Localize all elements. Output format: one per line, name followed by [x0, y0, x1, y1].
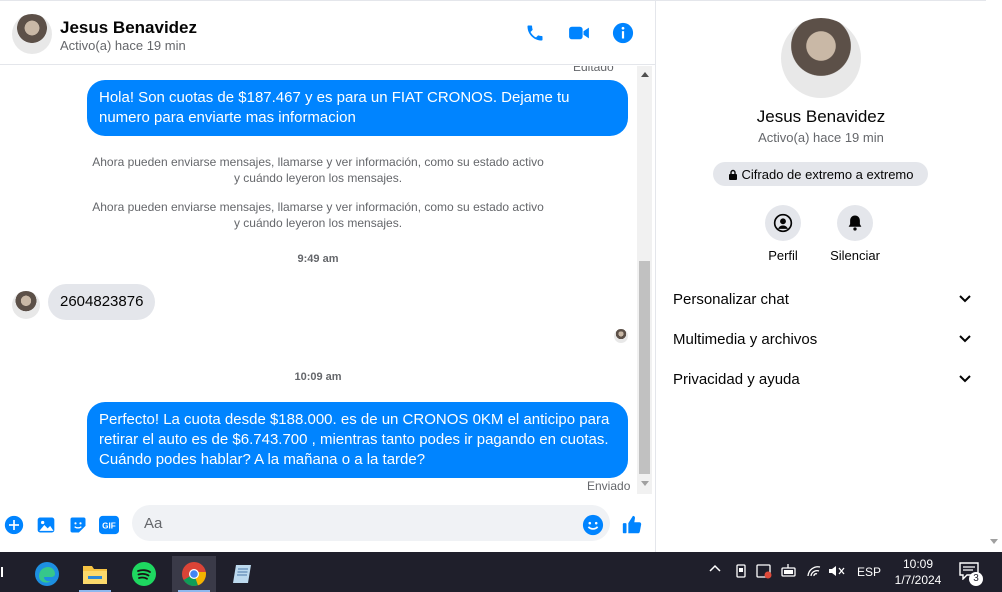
gif-icon[interactable]: GIF	[98, 514, 120, 536]
chrome-icon[interactable]	[172, 556, 216, 592]
spotify-icon[interactable]	[122, 556, 166, 592]
message-input[interactable]	[132, 505, 610, 541]
profile-label: Perfil	[768, 248, 798, 263]
thumbs-up-icon[interactable]	[621, 514, 643, 536]
notification-count-badge: 3	[969, 572, 983, 586]
bell-icon	[837, 205, 873, 241]
notes-app-icon[interactable]	[220, 556, 264, 592]
message-composer: GIF	[0, 498, 655, 553]
profile-icon	[765, 205, 801, 241]
mute-button[interactable]: Silenciar	[815, 205, 895, 263]
svg-text:GIF: GIF	[102, 522, 116, 531]
message-incoming[interactable]: 2604823876	[48, 284, 156, 320]
emoji-icon[interactable]	[582, 514, 604, 536]
video-call-icon[interactable]	[567, 21, 591, 45]
message-outgoing[interactable]: Hola! Son cuotas de $187.467 y es para u…	[87, 80, 628, 136]
customize-chat-row[interactable]: Personalizar chat	[673, 287, 971, 311]
chevron-down-icon	[959, 335, 971, 343]
edited-label: Editado	[573, 66, 614, 74]
plus-icon[interactable]	[3, 514, 25, 536]
media-files-row[interactable]: Multimedia y archivos	[673, 327, 971, 351]
chevron-down-icon	[959, 375, 971, 383]
task-view-handle[interactable]	[1, 567, 3, 577]
lock-icon	[728, 169, 737, 180]
page-scrollbar[interactable]	[986, 0, 1002, 552]
chevron-down-icon	[959, 295, 971, 303]
message-list[interactable]: Editado Hola! Son cuotas de $187.467 y e…	[0, 66, 636, 494]
edge-icon[interactable]	[25, 556, 69, 592]
profile-button[interactable]: Perfil	[743, 205, 823, 263]
info-contact-status: Activo(a) hace 19 min	[758, 130, 884, 145]
language-indicator[interactable]: ESP	[857, 565, 881, 579]
timestamp: 10:09 am	[294, 371, 342, 383]
row-label: Privacidad y ayuda	[673, 370, 800, 388]
contact-avatar[interactable]	[12, 14, 52, 54]
mute-label: Silenciar	[830, 248, 880, 263]
message-outgoing[interactable]: Perfecto! La cuota desde $188.000. es de…	[87, 402, 628, 478]
photo-icon[interactable]	[35, 514, 57, 536]
scroll-up-arrow[interactable]	[641, 72, 649, 77]
scroll-down-arrow[interactable]	[990, 539, 998, 544]
wifi-icon[interactable]	[806, 563, 822, 582]
info-contact-name: Jesus Benavidez	[756, 107, 886, 126]
sent-label: Enviado	[587, 479, 631, 493]
clock-date: 1/7/2024	[894, 573, 942, 587]
file-explorer-icon[interactable]	[73, 556, 117, 592]
e2e-badge[interactable]: Cifrado de extremo a extremo	[713, 162, 928, 186]
message-scrollbar[interactable]	[637, 66, 652, 494]
app-window: Jesus Benavidez Activo(a) hace 19 min Ed…	[0, 0, 1002, 592]
timestamp: 9:49 am	[297, 253, 339, 265]
clock-time: 10:09	[902, 557, 934, 571]
contact-status: Activo(a) hace 19 min	[60, 38, 186, 53]
info-icon[interactable]	[611, 21, 635, 45]
taskbar-clock[interactable]: 10:09 1/7/2024	[888, 556, 948, 588]
system-notice: Ahora pueden enviarse mensajes, llamarse…	[92, 200, 544, 230]
conversation-info-pane: Jesus Benavidez Activo(a) hace 19 min Ci…	[656, 0, 986, 552]
chat-pane: Jesus Benavidez Activo(a) hace 19 min Ed…	[0, 0, 656, 552]
security-icon[interactable]	[756, 563, 772, 582]
contact-name[interactable]: Jesus Benavidez	[60, 18, 197, 38]
contact-avatar-large[interactable]	[781, 18, 861, 98]
taskbar: ESP 10:09 1/7/2024 3	[0, 552, 1002, 592]
contact-avatar-small[interactable]	[12, 291, 40, 319]
read-receipt-avatar	[614, 329, 628, 343]
scroll-down-arrow[interactable]	[641, 481, 649, 486]
battery-icon[interactable]	[780, 563, 798, 582]
row-label: Multimedia y archivos	[673, 330, 818, 348]
scroll-thumb[interactable]	[639, 261, 650, 474]
volume-muted-icon[interactable]	[828, 563, 846, 582]
system-notice: Ahora pueden enviarse mensajes, llamarse…	[92, 155, 544, 185]
e2e-label: Cifrado de extremo a extremo	[741, 166, 914, 182]
sticker-icon[interactable]	[67, 514, 89, 536]
privacy-help-row[interactable]: Privacidad y ayuda	[673, 367, 971, 391]
show-hidden-icons-icon[interactable]	[709, 563, 721, 578]
phone-icon[interactable]	[523, 21, 547, 45]
row-label: Personalizar chat	[673, 290, 789, 308]
usb-device-icon[interactable]	[734, 563, 748, 582]
chat-header: Jesus Benavidez Activo(a) hace 19 min	[0, 1, 655, 65]
